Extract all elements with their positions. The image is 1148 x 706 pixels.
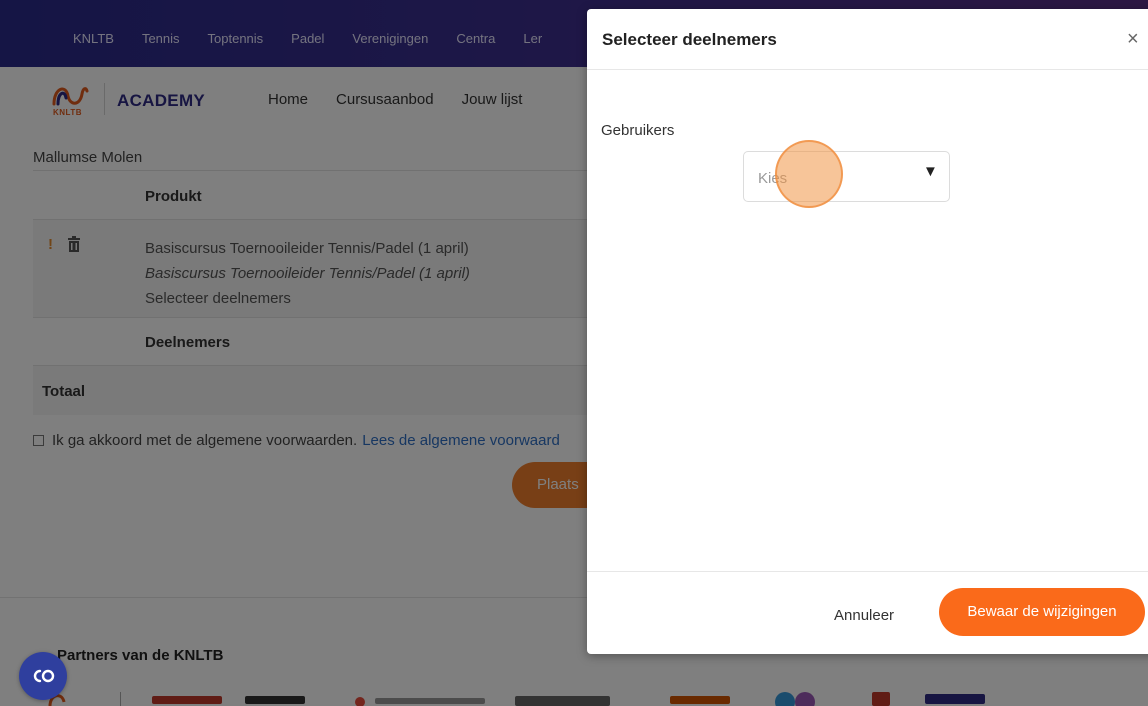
chat-button[interactable] (19, 652, 67, 700)
dialog-title: Selecteer deelnemers (602, 30, 777, 49)
select-participants-dialog: Selecteer deelnemers × Gebruikers Kies ▼… (587, 9, 1148, 654)
dialog-header: Selecteer deelnemers × (587, 9, 1148, 70)
dialog-footer: Annuleer Bewaar de wijzigingen (587, 571, 1148, 654)
chat-icon (33, 669, 55, 683)
close-icon[interactable]: × (1127, 28, 1139, 51)
users-field-label: Gebruikers (601, 122, 675, 139)
click-indicator (775, 140, 843, 208)
cancel-button[interactable]: Annuleer (834, 607, 894, 624)
chevron-down-icon: ▼ (923, 163, 938, 180)
users-select[interactable]: Kies ▼ (743, 151, 950, 202)
save-changes-button[interactable]: Bewaar de wijzigingen (939, 588, 1145, 636)
